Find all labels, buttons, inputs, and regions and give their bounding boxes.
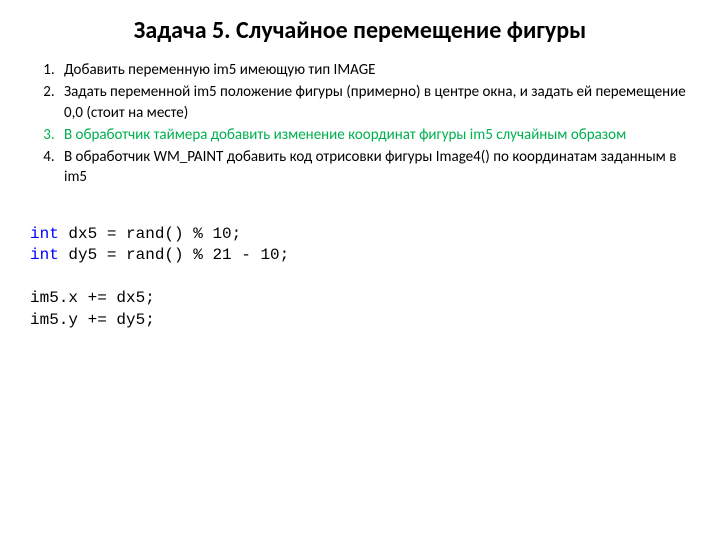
keyword: int	[30, 246, 59, 264]
code-line: dy5 = rand() % 21 - 10;	[59, 246, 289, 264]
list-item-highlighted: В обработчик таймера добавить изменение …	[58, 125, 696, 145]
code-line: im5.y += dy5;	[30, 311, 155, 329]
list-item: В обработчик WM_PAINT добавить код отрис…	[58, 147, 696, 188]
code-snippet: int dx5 = rand() % 10; int dy5 = rand() …	[30, 224, 696, 332]
list-item: Задать переменной im5 положение фигуры (…	[58, 82, 696, 123]
keyword: int	[30, 225, 59, 243]
list-item: Добавить переменную im5 имеющую тип IMAG…	[58, 60, 696, 80]
task-list: Добавить переменную im5 имеющую тип IMAG…	[24, 60, 696, 188]
code-line: dx5 = rand() % 10;	[59, 225, 241, 243]
slide-title: Задача 5. Случайное перемещение фигуры	[24, 16, 696, 46]
code-line: im5.x += dx5;	[30, 289, 155, 307]
